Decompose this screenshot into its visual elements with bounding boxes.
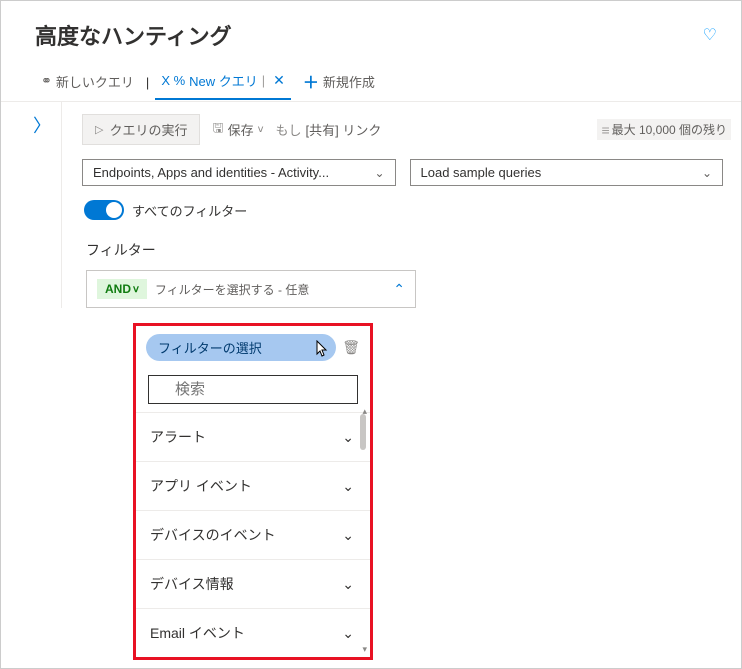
tab-new-query[interactable]: ⚭ 新しいクエリ [35,66,140,99]
tab-separator: | [146,75,149,90]
filter-category-item[interactable]: アラート ⌄ [136,412,370,461]
selector-label: Endpoints, Apps and identities - Activit… [93,165,329,180]
category-label: デバイス情報 [150,574,234,594]
filter-category-item[interactable]: Email イベント ⌄ [136,608,370,657]
tips-icon[interactable]: ♡ [703,25,717,45]
share-prefix: もし [276,120,302,139]
filter-category-item[interactable]: アプリ イベント ⌄ [136,461,370,510]
scrollbar-thumb[interactable] [360,414,366,450]
filter-category-item[interactable]: デバイス情報 ⌄ [136,559,370,608]
category-label: アプリ イベント [150,476,252,496]
filter-dropdown-panel: フィルターの選択 🗑 🔍︎ ▴ アラート ⌄ アプリ イベント ⌄ デバイスのイ… [133,323,373,660]
tab-label: New クエリ [189,71,258,90]
chevron-down-icon: ⌄ [374,166,384,180]
filters-section-label: フィルター [62,228,741,268]
remaining-text: 最大 10,000 個の残り [612,121,727,138]
filter-select-pill[interactable]: フィルターの選択 [146,334,336,361]
expand-sidebar-icon[interactable]: 〉 [33,116,61,136]
chevron-down-icon: ⌄ [342,429,354,446]
toggle-label: すべてのフィルター [132,201,247,220]
selector-label: Load sample queries [421,165,542,180]
schema-selector[interactable]: Endpoints, Apps and identities - Activit… [82,159,396,186]
chevron-down-icon: ⌄ [342,478,354,495]
pill-label: フィルターの選択 [158,341,262,356]
tab-prefix: X % [161,73,185,88]
filter-search-input[interactable] [148,375,358,404]
results-remaining: ≡ 最大 10,000 個の残り [597,119,731,140]
save-button[interactable]: 🖫 保存 ⅴ [212,119,263,141]
button-label: クエリの実行 [109,120,187,139]
save-icon: 🖫 [212,119,223,141]
cursor-icon [314,340,330,363]
tab-label: 新規作成 [323,72,375,91]
play-icon: ▷ [95,123,103,136]
close-tab-icon[interactable]: ✕ [273,72,285,89]
chevron-down-icon: ⅴ [258,124,264,135]
all-filters-toggle[interactable] [84,200,124,220]
category-label: デバイスのイベント [150,525,276,545]
page-title: 高度なハンティング [35,19,232,51]
tab-label: 新しいクエリ [56,72,134,91]
list-icon: ≡ [601,122,607,138]
plus-icon: ＋ [303,69,319,93]
share-link-button[interactable]: もし [共有] リンク [276,120,382,139]
chevron-down-icon: ⌄ [342,527,354,544]
category-label: Email イベント [150,623,245,643]
badge-text: AND [105,282,131,296]
filter-category-item[interactable]: デバイスのイベント ⌄ [136,510,370,559]
collapse-icon[interactable]: ⌃ [393,281,405,298]
delete-filter-icon[interactable]: 🗑 [342,339,360,356]
tab-active-query[interactable]: X % New クエリ | ✕ [155,65,291,100]
chevron-down-icon: ⌄ [702,166,712,180]
filter-category-list: ▴ アラート ⌄ アプリ イベント ⌄ デバイスのイベント ⌄ デバイス情報 ⌄… [136,412,370,657]
chevron-down-icon: ⌄ [342,576,354,593]
tab-separator: | [262,73,265,88]
link-icon: ⚭ [41,73,52,89]
and-operator-badge[interactable]: AND ⅴ [97,279,147,299]
filter-hint-text: フィルターを選択する - 任意 [155,281,385,298]
chevron-down-icon: ⅴ [133,284,139,295]
category-label: アラート [150,427,206,447]
scroll-down-icon[interactable]: ▾ [362,644,367,655]
chevron-down-icon: ⌄ [342,625,354,642]
tab-create-new[interactable]: ＋ 新規作成 [297,63,381,101]
sample-queries-selector[interactable]: Load sample queries ⌄ [410,159,724,186]
filter-card: AND ⅴ フィルターを選択する - 任意 ⌃ [86,270,416,308]
button-label: 保存 [228,120,254,139]
button-label: [共有] リンク [306,120,382,139]
run-query-button[interactable]: ▷ クエリの実行 [82,114,200,145]
